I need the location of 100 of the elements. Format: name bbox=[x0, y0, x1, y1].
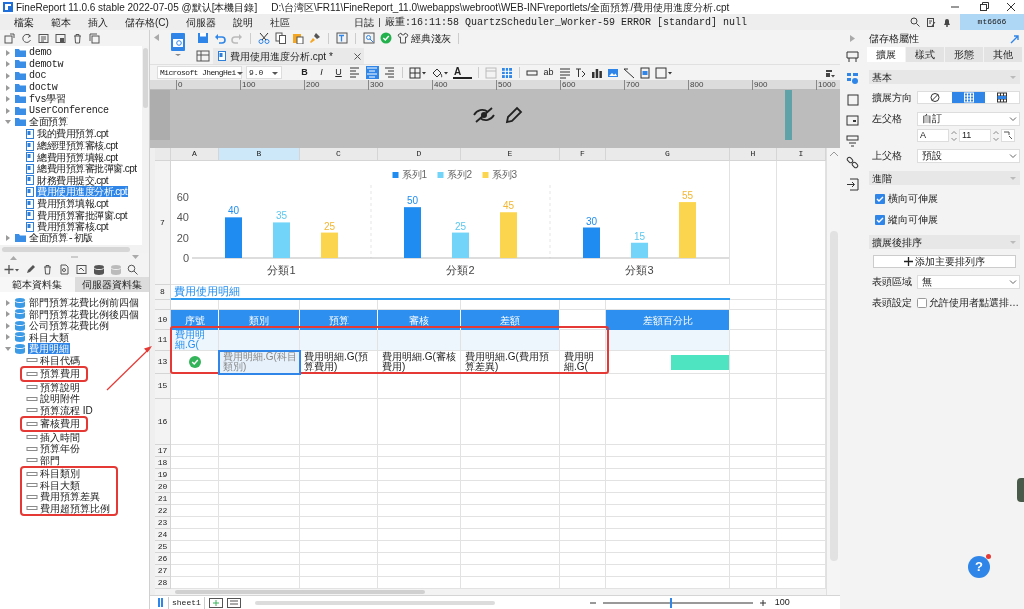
property-tab[interactable]: 擴展 bbox=[867, 47, 905, 62]
row-header[interactable]: 23 bbox=[155, 517, 171, 529]
menu-item[interactable]: 檔案 bbox=[12, 14, 36, 30]
field-label[interactable]: 費用超預算比例 bbox=[40, 502, 110, 514]
section-header[interactable]: 進階 bbox=[869, 171, 1020, 185]
menu-item[interactable]: 伺服器 bbox=[183, 14, 218, 30]
file-label[interactable]: 費用使用進度分析.cpt bbox=[36, 186, 129, 198]
file-label[interactable]: 財務費用提交.cpt bbox=[36, 174, 110, 186]
dataset-label[interactable]: 公司預算花費比例 bbox=[28, 320, 110, 332]
dataset-tab[interactable]: 範本資料集 bbox=[0, 277, 75, 292]
field-label[interactable]: 預算說明 bbox=[40, 381, 80, 393]
font-size-select[interactable]: 9.0 bbox=[246, 66, 282, 79]
theme-label[interactable]: 經典淺灰 bbox=[411, 30, 451, 46]
row-header[interactable]: 7 bbox=[155, 161, 171, 285]
row-header[interactable]: 26 bbox=[155, 553, 171, 565]
row-header[interactable]: 19 bbox=[155, 469, 171, 481]
menu-item[interactable]: 範本 bbox=[49, 14, 73, 30]
column-header[interactable]: D bbox=[378, 148, 461, 160]
dataset-label[interactable]: 科目大類 bbox=[28, 331, 70, 343]
folder-label[interactable]: demotw bbox=[29, 58, 64, 70]
row-header[interactable]: 20 bbox=[155, 481, 171, 493]
log-label[interactable]: 日誌 bbox=[353, 14, 374, 30]
field-label[interactable]: 說明附件 bbox=[40, 393, 80, 405]
row-header[interactable]: 17 bbox=[155, 445, 171, 457]
template-tab[interactable]: 費用使用進度分析.cpt * bbox=[213, 48, 364, 64]
dropdown[interactable]: 自訂 bbox=[917, 111, 1020, 126]
ruler-label: 200 bbox=[306, 80, 320, 89]
dataset-label[interactable]: 部門預算花費比例前四個 bbox=[28, 297, 140, 309]
row-header[interactable]: 15 bbox=[155, 374, 171, 399]
add-sort-button[interactable]: 添加主要排列序 bbox=[873, 255, 1016, 268]
row-header[interactable]: 8 bbox=[155, 285, 171, 300]
menu-item[interactable]: 儲存格(C) bbox=[123, 14, 171, 30]
row-header[interactable]: 21 bbox=[155, 493, 171, 505]
property-tab[interactable]: 樣式 bbox=[906, 47, 944, 62]
column-header[interactable]: G bbox=[606, 148, 730, 160]
file-label[interactable]: 費用預算審核.cpt bbox=[36, 221, 110, 233]
folder-label[interactable]: doctw bbox=[29, 82, 58, 94]
dataset-label[interactable]: 部門預算花費比例後四個 bbox=[28, 308, 140, 320]
folder-label[interactable]: fvs學習 bbox=[29, 93, 66, 105]
axis-tick-label: 20 bbox=[176, 231, 189, 244]
property-tab[interactable]: 形態 bbox=[945, 47, 983, 62]
row-header[interactable]: 28 bbox=[155, 577, 171, 589]
dropdown[interactable]: 預設 bbox=[917, 148, 1020, 163]
menu-item[interactable]: 說明 bbox=[230, 14, 255, 30]
column-header[interactable]: F bbox=[560, 148, 606, 160]
file-label[interactable]: 費用預算審批彈窗.cpt bbox=[36, 209, 129, 221]
row-header[interactable]: 18 bbox=[155, 457, 171, 469]
field-label[interactable]: 費用預算差異 bbox=[40, 491, 100, 503]
row-input[interactable]: 11 bbox=[959, 129, 991, 142]
row-header[interactable]: 13 bbox=[155, 351, 171, 374]
sheet-tab[interactable]: sheet1 bbox=[168, 596, 205, 609]
column-header[interactable]: B bbox=[219, 148, 300, 160]
text-style-button[interactable]: U bbox=[332, 66, 345, 79]
data-label: 30 bbox=[585, 215, 598, 227]
field-label[interactable]: 科目大類 bbox=[40, 479, 80, 491]
field-label[interactable]: 插入時間 bbox=[40, 431, 80, 443]
menu-item[interactable]: 插入 bbox=[86, 14, 110, 30]
folder-label[interactable]: doc bbox=[29, 70, 47, 82]
folder-label[interactable]: 全面預算 bbox=[29, 116, 68, 128]
field-label[interactable]: 科目類別 bbox=[40, 468, 80, 480]
data-label: 40 bbox=[227, 205, 240, 217]
field-label[interactable]: 科目代碼 bbox=[40, 354, 80, 366]
file-label[interactable]: 總費用預算填報.cpt bbox=[36, 151, 119, 163]
menu-item[interactable]: 社區 bbox=[267, 14, 292, 30]
folder-label[interactable]: UserConference bbox=[29, 105, 109, 117]
row-header[interactable]: 16 bbox=[155, 399, 171, 445]
dataset-tab[interactable]: 伺服器資料集 bbox=[74, 277, 149, 292]
row-header[interactable]: 24 bbox=[155, 529, 171, 541]
column-input[interactable]: A bbox=[917, 129, 949, 142]
column-header[interactable]: E bbox=[461, 148, 560, 160]
file-path: D:\台湾区\FR11\FineReport_11.0\webapps\webroot\WEB-INF\reportlets/全面預算/費用使用進度分析.cpt bbox=[271, 0, 730, 15]
folder-label[interactable]: 全面預算-初版 bbox=[29, 232, 93, 244]
text-style-button[interactable]: B bbox=[298, 66, 311, 79]
dropdown[interactable]: 無 bbox=[917, 274, 1020, 289]
file-label[interactable]: 總費用預算審批彈窗.cpt bbox=[36, 163, 138, 175]
row-header[interactable]: 27 bbox=[155, 565, 171, 577]
text-tool-button[interactable]: ab bbox=[542, 65, 555, 80]
property-tab[interactable]: 其他 bbox=[984, 47, 1022, 62]
row-header[interactable]: 22 bbox=[155, 505, 171, 517]
row-header[interactable]: 25 bbox=[155, 541, 171, 553]
field-label[interactable]: 部門 bbox=[40, 454, 60, 466]
column-header[interactable]: C bbox=[300, 148, 378, 160]
section-header[interactable]: 擴展後排序 bbox=[869, 235, 1020, 249]
file-label[interactable]: 總經理預算審核.cpt bbox=[36, 140, 119, 152]
file-label[interactable]: 費用預算填報.cpt bbox=[36, 198, 110, 209]
folder-label[interactable]: demo bbox=[29, 47, 52, 59]
row-header[interactable]: 10 bbox=[155, 310, 171, 330]
column-header[interactable]: H bbox=[730, 148, 777, 160]
field-label[interactable]: 審核費用 bbox=[40, 418, 80, 430]
dataset-label[interactable]: 費用明細 bbox=[28, 343, 70, 355]
field-label[interactable]: 預算年份 bbox=[40, 443, 80, 455]
field-label[interactable]: 預算費用 bbox=[40, 368, 80, 380]
row-header[interactable]: 11 bbox=[155, 330, 171, 351]
data-label: 55 bbox=[681, 190, 694, 202]
text-style-button[interactable]: I bbox=[315, 66, 328, 79]
file-label[interactable]: 我的費用預算.cpt bbox=[36, 128, 110, 140]
section-header[interactable]: 基本 bbox=[869, 70, 1020, 84]
user-button[interactable]: mt6666 bbox=[960, 14, 1024, 30]
zoom-value[interactable]: 100 bbox=[774, 595, 790, 609]
field-label[interactable]: 預算流程 ID bbox=[40, 404, 93, 416]
